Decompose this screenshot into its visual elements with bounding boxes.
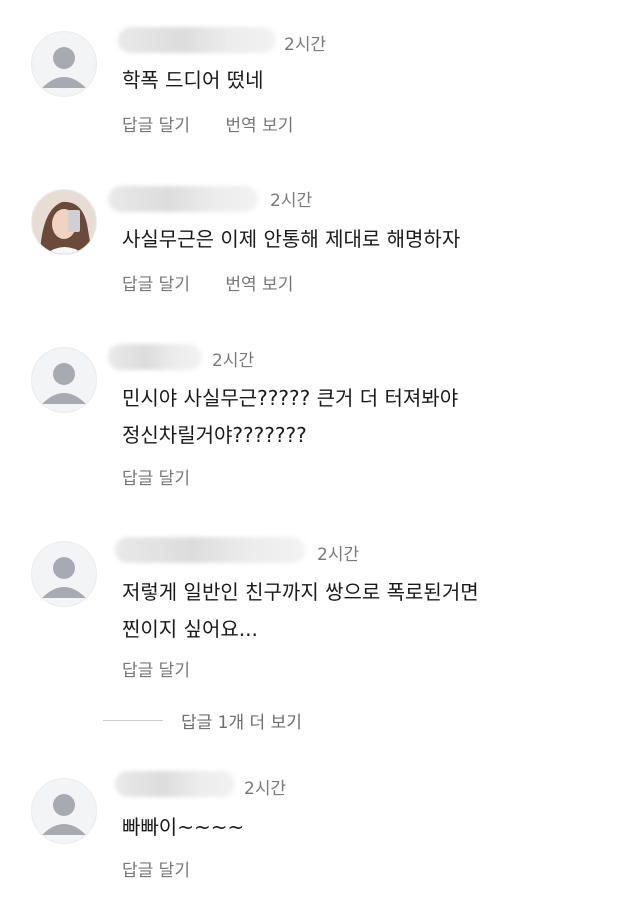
avatar[interactable] [31,347,97,413]
default-avatar-icon [42,557,86,598]
comment-text-line: 빠빠이~~~~ [122,815,245,839]
reply-button[interactable]: 답글 달기 [122,116,190,136]
comment-time: 2시간 [270,191,313,211]
view-more-replies-label: 답글 1개 더 보기 [181,712,302,733]
default-avatar-icon [42,794,86,835]
comment-text: 민시야 사실무근????? 큰거 더 터져봐야 정신차릴거야??????? [122,380,458,454]
comment-text-line: 사실무근은 이제 안통해 제대로 해명하자 [122,227,461,251]
username-blurred[interactable] [118,27,276,53]
comment-text: 학폭 드디어 떴네 [122,62,264,99]
avatar[interactable] [31,541,97,607]
comment-time: 2시간 [284,35,327,55]
comment-actions: 답글 달기 [122,656,220,681]
username-blurred[interactable] [115,771,235,797]
reply-button[interactable]: 답글 달기 [122,661,190,681]
comment-actions: 답글 달기 [122,856,220,881]
reply-button[interactable]: 답글 달기 [122,469,190,489]
view-more-replies[interactable]: 답글 1개 더 보기 [103,708,302,733]
comment-time: 2시간 [317,545,360,565]
username-blurred[interactable] [108,186,258,212]
username-blurred[interactable] [108,344,202,370]
avatar[interactable] [31,31,97,97]
comment-text: 빠빠이~~~~ [122,809,244,846]
username-blurred[interactable] [115,537,305,563]
comment-text: 저렇게 일반인 친구까지 쌍으로 폭로된거면 찐이지 싶어요... [122,574,479,648]
translate-button[interactable]: 번역 보기 [225,275,293,295]
default-avatar-icon [42,47,86,88]
profile-photo-icon [32,190,96,254]
comment-text-line: 민시야 사실무근????? 큰거 더 터져봐야 [122,386,459,410]
comment-text-line: 학폭 드디어 떴네 [122,68,264,92]
reply-button[interactable]: 답글 달기 [122,275,190,295]
comment-text-line: 찐이지 싶어요... [122,617,258,641]
avatar[interactable] [31,189,97,255]
comment-actions: 답글 달기 번역 보기 [122,270,323,295]
translate-button[interactable]: 번역 보기 [225,116,293,136]
comment-actions: 답글 달기 [122,464,220,489]
reply-button[interactable]: 답글 달기 [122,861,190,881]
comment-text-line: 정신차릴거야??????? [122,423,307,447]
divider-line [103,719,163,721]
comment-actions: 답글 달기 번역 보기 [122,111,323,136]
comment-time: 2시간 [212,351,255,371]
comment-text-line: 저렇게 일반인 친구까지 쌍으로 폭로된거면 [122,580,479,604]
comment-text: 사실무근은 이제 안통해 제대로 해명하자 [122,221,460,258]
default-avatar-icon [42,363,86,404]
comment-time: 2시간 [244,779,287,799]
avatar[interactable] [31,778,97,844]
